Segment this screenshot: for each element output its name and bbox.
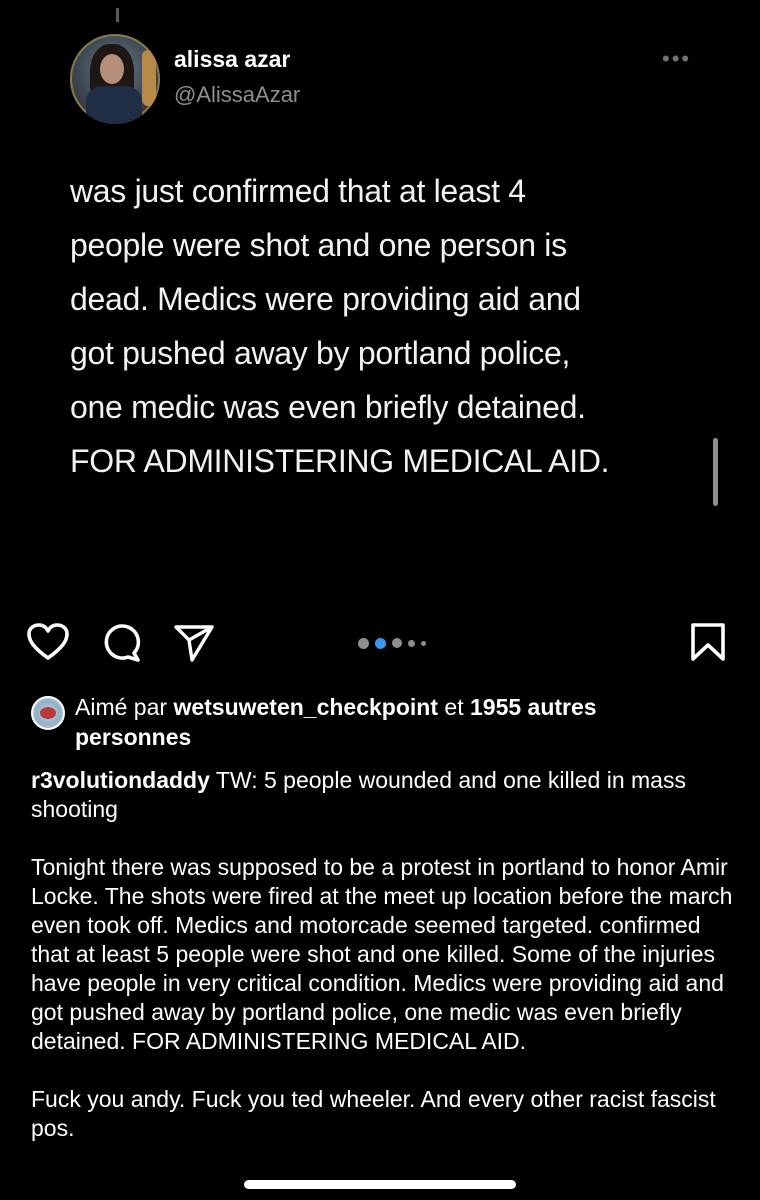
- likes-prefix: Aimé par: [75, 694, 174, 720]
- tweet-text-line: FOR ADMINISTERING MEDICAL AID.: [70, 443, 610, 479]
- carousel-dot: [392, 638, 402, 648]
- comment-icon[interactable]: [100, 622, 144, 664]
- carousel-dot-active: [375, 637, 386, 649]
- likes-summary[interactable]: Aimé par wetsuweten_checkpoint et 1955 a…: [75, 692, 735, 752]
- bookmark-icon[interactable]: [690, 622, 726, 662]
- tweet-text-line: one medic was even briefly detained.: [70, 389, 586, 425]
- send-icon[interactable]: [172, 622, 216, 664]
- likes-middle: et: [438, 694, 470, 720]
- tweet-handle: @AlissaAzar: [174, 82, 301, 107]
- likes-suffix[interactable]: personnes: [75, 724, 191, 750]
- more-options-icon: •••: [662, 46, 692, 71]
- likes-count[interactable]: 1955 autres: [470, 694, 597, 720]
- liker-username[interactable]: wetsuweten_checkpoint: [173, 694, 438, 720]
- post-caption: r3volutiondaddy TW: 5 people wounded and…: [31, 766, 743, 1172]
- carousel-dot: [358, 637, 369, 649]
- caption-paragraph: Tonight there was supposed to be a prote…: [31, 854, 733, 1054]
- caption-title: r3volutiondaddy TW: 5 people wounded and…: [31, 766, 743, 824]
- home-indicator[interactable]: [244, 1180, 516, 1189]
- tweet-display-name: alissa azar: [174, 46, 291, 72]
- text-cursor-bar: [713, 438, 718, 506]
- carousel-dot: [421, 640, 426, 646]
- heart-icon[interactable]: [26, 622, 70, 662]
- tweet-text-line: got pushed away by portland police,: [70, 335, 571, 371]
- tweet-text: was just confirmed that at least 4 peopl…: [70, 164, 710, 488]
- carousel-dot: [408, 639, 415, 647]
- caption-username[interactable]: r3volutiondaddy: [31, 767, 210, 793]
- divider-tick: [116, 8, 119, 22]
- post-image: alissa azar @AlissaAzar ••• was just con…: [0, 0, 760, 612]
- tweet-avatar: [70, 34, 160, 124]
- caption-paragraph: Fuck you andy. Fuck you ted wheeler. And…: [31, 1086, 716, 1141]
- tweet-text-line: dead. Medics were providing aid and: [70, 281, 581, 317]
- liker-avatar[interactable]: [31, 696, 65, 730]
- tweet-text-line: was just confirmed that at least 4: [70, 173, 526, 209]
- tweet-text-line: people were shot and one person is: [70, 227, 567, 263]
